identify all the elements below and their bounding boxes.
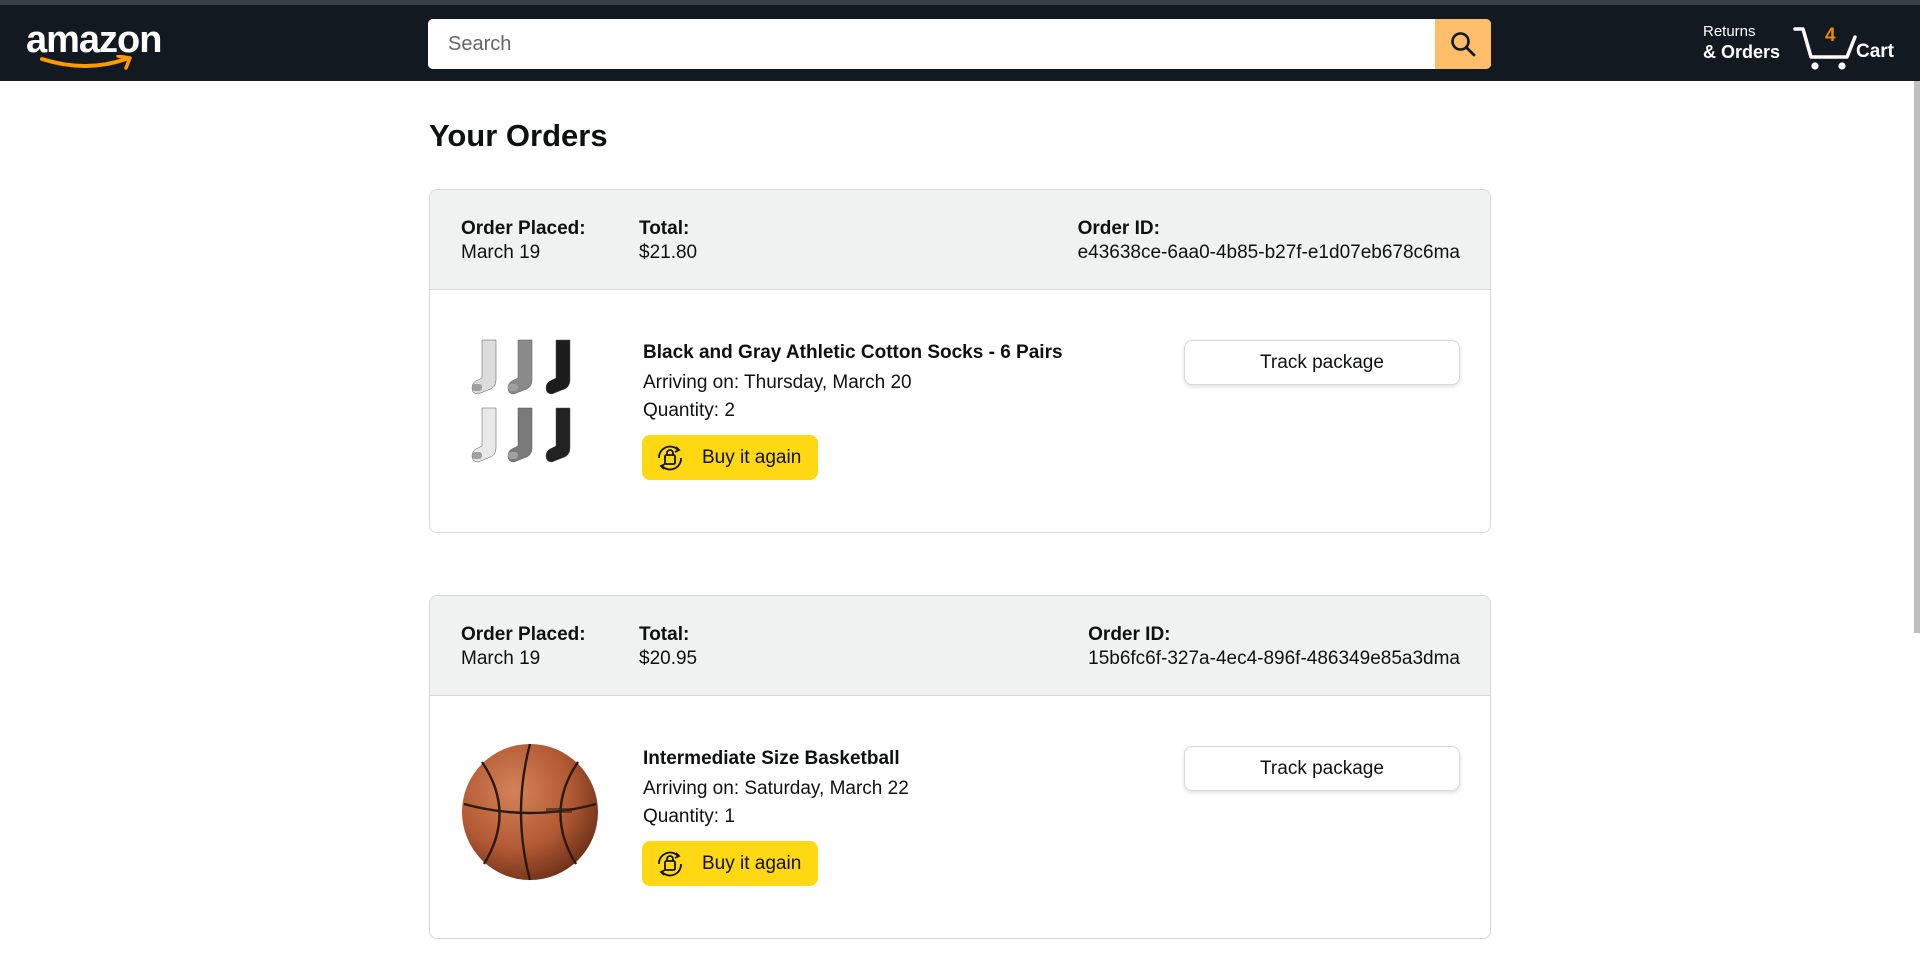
order-total-value: $20.95 [639, 648, 698, 669]
order-header: Order Placed: March 19 Total: $21.80 Ord… [430, 190, 1490, 290]
search-button[interactable] [1435, 19, 1491, 69]
socks-product-image[interactable] [460, 336, 600, 476]
quantity: Quantity: 1 [643, 806, 735, 827]
order-placed: Order Placed: March 19 [461, 623, 586, 671]
buy-again-label: Buy it again [702, 852, 802, 874]
amazon-logo[interactable]: amazon [26, 19, 162, 70]
buy-again-button[interactable]: Buy it again [642, 841, 818, 886]
order-placed-label: Order Placed: [461, 218, 586, 239]
order-placed: Order Placed: March 19 [461, 217, 586, 265]
order-id: Order ID: e43638ce-6aa0-4b85-b27f-e1d07e… [1078, 217, 1460, 265]
buy-again-icon [658, 445, 682, 470]
track-package-button[interactable]: Track package [1184, 340, 1460, 385]
search-input[interactable] [428, 19, 1435, 69]
order-total: Total: $20.95 [639, 623, 697, 671]
order-placed-label: Order Placed: [461, 624, 586, 645]
cart-label: Cart [1856, 41, 1895, 62]
buy-again-icon [658, 851, 682, 876]
arrival-date: Arriving on: Thursday, March 20 [643, 372, 912, 393]
order-details: Black and Gray Athletic Cotton Socks - 6… [430, 290, 1490, 532]
order-id-value: e43638ce-6aa0-4b85-b27f-e1d07eb678c6ma [1077, 242, 1460, 263]
order-total-value: $21.80 [639, 242, 698, 263]
search-icon [1451, 32, 1476, 57]
scrollbar[interactable] [1914, 81, 1920, 633]
returns-label: Returns [1703, 23, 1756, 40]
order-total: Total: $21.80 [639, 217, 697, 265]
order-card: Order Placed: March 19 Total: $20.95 Ord… [429, 595, 1491, 939]
order-details: Intermediate Size Basketball Arriving on… [430, 696, 1490, 938]
cart-link[interactable]: 4 Cart [1793, 19, 1903, 70]
order-total-label: Total: [639, 624, 690, 645]
smile-arrow-icon [40, 55, 132, 70]
product-name[interactable]: Intermediate Size Basketball [643, 748, 900, 770]
site-header: amazon Returns & Orders 4 Cart [0, 5, 1920, 81]
arrival-date: Arriving on: Saturday, March 22 [643, 778, 909, 799]
order-card: Order Placed: March 19 Total: $21.80 Ord… [429, 189, 1491, 533]
quantity: Quantity: 2 [643, 400, 735, 421]
order-id: Order ID: 15b6fc6f-327a-4ec4-896f-486349… [1088, 623, 1460, 671]
order-placed-date: March 19 [461, 242, 541, 263]
orders-label: & Orders [1703, 42, 1781, 62]
order-id-value: 15b6fc6f-327a-4ec4-896f-486349e85a3dma [1088, 648, 1460, 669]
order-total-label: Total: [639, 218, 690, 239]
search-bar [428, 19, 1491, 69]
product-name[interactable]: Black and Gray Athletic Cotton Socks - 6… [643, 342, 1063, 364]
buy-again-button[interactable]: Buy it again [642, 435, 818, 480]
order-id-label: Order ID: [1077, 218, 1160, 239]
cart-count-badge: 4 [1825, 25, 1836, 46]
page-title: Your Orders [429, 118, 608, 153]
track-package-button[interactable]: Track package [1184, 746, 1460, 791]
buy-again-label: Buy it again [702, 446, 802, 468]
basketball-product-image[interactable] [460, 742, 600, 882]
order-placed-date: March 19 [461, 648, 541, 669]
returns-orders-link[interactable]: Returns & Orders [1703, 22, 1780, 62]
order-header: Order Placed: March 19 Total: $20.95 Ord… [430, 596, 1490, 696]
order-id-label: Order ID: [1088, 624, 1171, 645]
